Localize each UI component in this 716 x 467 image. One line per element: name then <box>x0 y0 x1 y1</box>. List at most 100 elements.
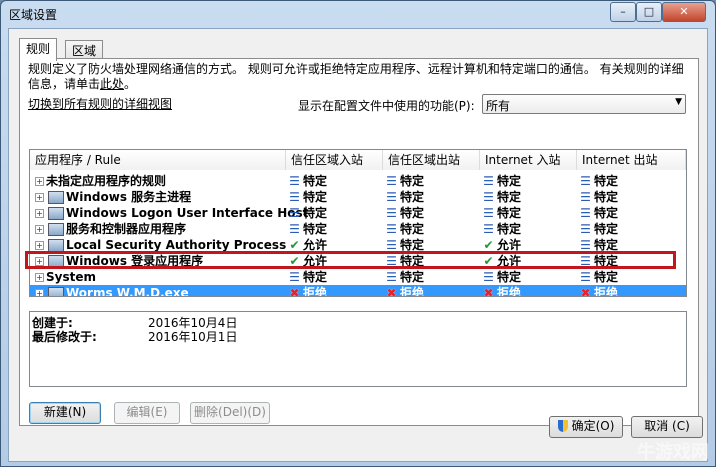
rule-status-cell: ☰ 特定 <box>288 205 327 221</box>
lines-icon: ☰ <box>580 206 591 220</box>
status-text: 拒绝 <box>497 286 522 297</box>
maximize-button[interactable]: □ <box>636 2 662 22</box>
tab-rules[interactable]: 规则 <box>19 38 58 61</box>
detail-view-link[interactable]: 切换到所有规则的详细视图 <box>28 95 172 112</box>
dialog-window: 区域设置 – □ ✕ 规则 区域 规则定义了防火墙处理网络通信的方式。 规则可允… <box>0 0 716 467</box>
status-text: 允许 <box>303 238 328 252</box>
expand-icon[interactable]: + <box>35 177 44 186</box>
status-text: 特定 <box>400 190 425 204</box>
rule-status-cell: ☰ 特定 <box>385 189 424 205</box>
status-text: 特定 <box>497 190 522 204</box>
rule-name: Worms W.M.D.exe <box>66 286 189 297</box>
rule-status-cell: ☰ 特定 <box>579 189 618 205</box>
status-text: 特定 <box>303 190 328 204</box>
description: 规则定义了防火墙处理网络通信的方式。 规则可允许或拒绝特定应用程序、远程计算机和… <box>28 62 688 92</box>
lines-icon: ☰ <box>386 270 397 284</box>
expand-icon[interactable]: + <box>35 273 44 282</box>
application-icon <box>48 287 64 296</box>
application-icon <box>48 207 64 220</box>
rule-name: 未指定应用程序的规则 <box>46 174 167 188</box>
ok-button[interactable]: 确定(O) <box>549 416 623 438</box>
expand-icon[interactable]: + <box>35 289 44 296</box>
lines-icon: ☰ <box>386 222 397 236</box>
rule-row[interactable]: + Worms W.M.D.exe ✖ 拒绝 ✖ 拒绝 ✖ 拒绝 ✖ 拒绝 <box>30 285 686 297</box>
rule-status-cell: ☰ 特定 <box>482 189 521 205</box>
rules-list[interactable]: 应用程序 / Rule 信任区域入站 信任区域出站 Internet 入站 In… <box>29 149 687 297</box>
lines-icon: ☰ <box>483 270 494 284</box>
expand-icon[interactable]: + <box>35 241 44 250</box>
rule-row[interactable]: + Windows Logon User Interface Host ☰ 特定 ☰ 特定… <box>30 205 686 221</box>
rule-name: 服务和控制器应用程序 <box>66 222 187 236</box>
x-icon: ✖ <box>289 286 300 297</box>
chevron-down-icon: ▼ <box>675 97 682 107</box>
lines-icon: ☰ <box>580 222 591 236</box>
lines-icon: ☰ <box>289 174 300 188</box>
rule-status-cell: ✖ 拒绝 <box>579 285 619 297</box>
help-link[interactable]: 此处 <box>100 77 124 91</box>
x-icon: ✖ <box>580 286 591 297</box>
filter-select[interactable]: 所有 ▼ <box>482 94 686 114</box>
column-header-internet-out[interactable]: Internet 出站 <box>577 150 686 170</box>
modified-value: 2016年10月1日 <box>148 330 238 344</box>
status-text: 特定 <box>594 222 619 236</box>
minimize-button[interactable]: – <box>610 2 636 22</box>
lines-icon: ☰ <box>580 174 591 188</box>
rule-row[interactable]: + Windows 服务主进程 ☰ 特定 ☰ 特定 ☰ 特定 ☰ 特定 <box>30 189 686 205</box>
status-text: 特定 <box>303 222 328 236</box>
selected-rule-highlight <box>25 251 676 269</box>
rule-name: Windows Logon User Interface Host <box>66 206 309 220</box>
expand-icon[interactable]: + <box>35 193 44 202</box>
rule-status-cell: ☰ 特定 <box>482 269 521 285</box>
rule-name: System <box>46 270 96 284</box>
status-text: 特定 <box>400 270 425 284</box>
title-bar[interactable]: 区域设置 – □ ✕ <box>1 1 715 27</box>
uac-shield-icon <box>557 420 568 432</box>
rule-row[interactable]: + System ☰ 特定 ☰ 特定 ☰ 特定 ☰ 特定 <box>30 269 686 285</box>
rule-status-cell: ☰ 特定 <box>385 205 424 221</box>
filter-label: 显示在配置文件中使用的功能(P): <box>298 99 475 113</box>
rule-status-cell: ✖ 拒绝 <box>482 285 522 297</box>
rule-status-cell: ☰ 特定 <box>385 221 424 237</box>
description-end: 。 <box>124 77 137 91</box>
new-button[interactable]: 新建(N) <box>29 402 101 424</box>
rule-status-cell: ☰ 特定 <box>288 269 327 285</box>
cancel-button[interactable]: 取消 (C) <box>631 416 703 438</box>
status-text: 拒绝 <box>303 286 328 297</box>
rule-status-cell: ☰ 特定 <box>482 221 521 237</box>
rule-status-cell: ☰ 特定 <box>482 173 521 189</box>
status-text: 拒绝 <box>400 286 425 297</box>
status-text: 特定 <box>400 238 425 252</box>
status-text: 特定 <box>303 270 328 284</box>
status-text: 特定 <box>400 174 425 188</box>
delete-button[interactable]: 删除(Del)(D) <box>190 402 270 424</box>
rule-status-cell: ☰ 特定 <box>288 173 327 189</box>
rule-row[interactable]: + 服务和控制器应用程序 ☰ 特定 ☰ 特定 ☰ 特定 ☰ 特定 <box>30 221 686 237</box>
rule-row[interactable]: + 未指定应用程序的规则 ☰ 特定 ☰ 特定 ☰ 特定 ☰ 特定 <box>30 173 686 189</box>
modified-label: 最后修改于: <box>32 330 97 344</box>
expand-icon[interactable]: + <box>35 209 44 218</box>
expand-icon[interactable]: + <box>35 225 44 234</box>
lines-icon: ☰ <box>483 206 494 220</box>
status-text: 特定 <box>594 270 619 284</box>
column-header-internet-in[interactable]: Internet 入站 <box>480 150 577 170</box>
status-text: 特定 <box>594 174 619 188</box>
edit-button[interactable]: 编辑(E) <box>114 402 180 424</box>
status-text: 特定 <box>400 222 425 236</box>
status-text: 特定 <box>497 222 522 236</box>
rules-panel: 规则定义了防火墙处理网络通信的方式。 规则可允许或拒绝特定应用程序、远程计算机和… <box>19 58 699 426</box>
column-header-trusted-out[interactable]: 信任区域出站 <box>383 150 480 170</box>
window-title: 区域设置 <box>9 8 58 22</box>
column-header-trusted-in[interactable]: 信任区域入站 <box>286 150 383 170</box>
watermark: 牛游戏网 <box>637 442 709 463</box>
rule-status-cell: ☰ 特定 <box>288 221 327 237</box>
status-text: 特定 <box>594 238 619 252</box>
rule-status-cell: ☰ 特定 <box>482 205 521 221</box>
lines-icon: ☰ <box>289 270 300 284</box>
status-text: 拒绝 <box>594 286 619 297</box>
rule-status-cell: ☰ 特定 <box>385 173 424 189</box>
rule-status-cell: ☰ 特定 <box>385 269 424 285</box>
status-text: 特定 <box>497 270 522 284</box>
column-header-rule[interactable]: 应用程序 / Rule <box>30 150 286 170</box>
x-icon: ✖ <box>386 286 397 297</box>
close-button[interactable]: ✕ <box>662 2 706 22</box>
